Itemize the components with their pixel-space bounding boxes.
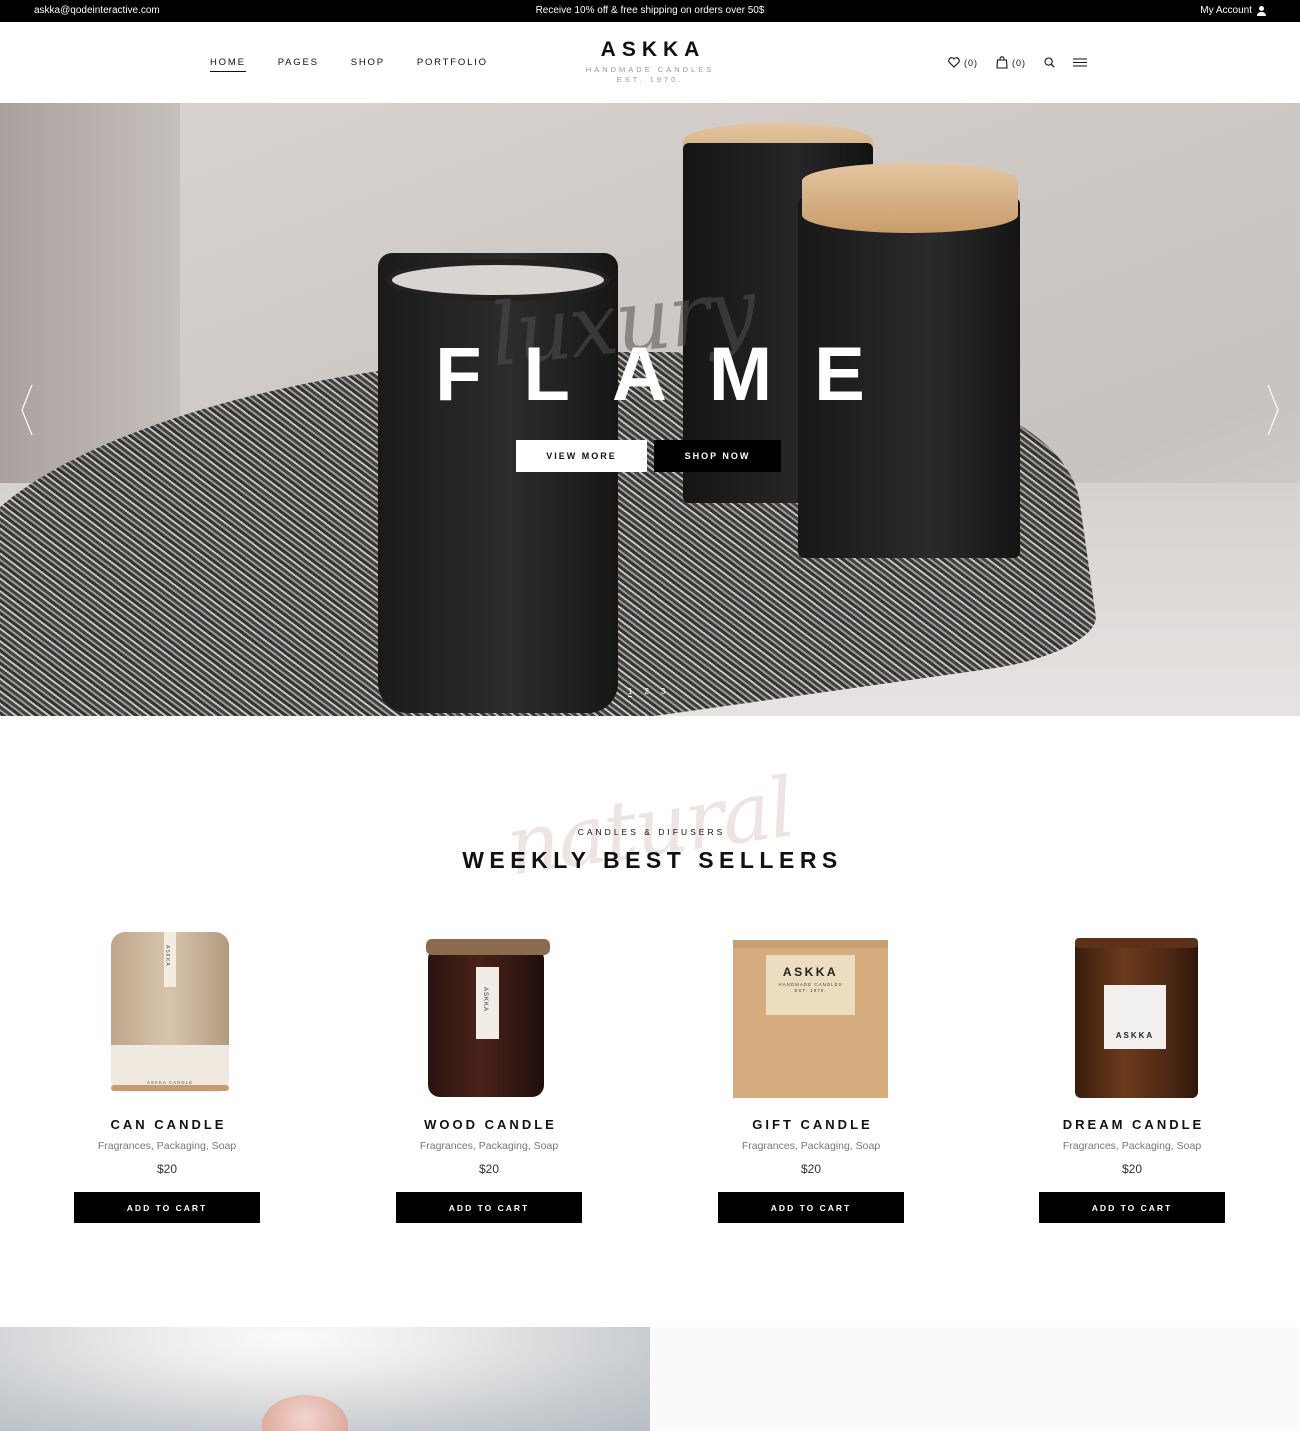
gift-box-image bbox=[733, 940, 888, 1098]
header-actions: (0) (0) bbox=[948, 56, 1105, 69]
view-more-button[interactable]: VIEW MORE bbox=[516, 440, 647, 472]
slider-next-arrow-icon[interactable] bbox=[1262, 383, 1282, 437]
slider-dot-2[interactable]: 2 bbox=[644, 687, 648, 697]
section-kicker: CANDLES & DIFUSERS bbox=[577, 827, 726, 837]
site-header: HOME PAGES SHOP PORTFOLIO ASKKA HANDMADE… bbox=[0, 22, 1300, 103]
product-card: ASKKA DREAM CANDLE Fragrances, Packaging… bbox=[1039, 925, 1225, 1223]
hero-buttons: VIEW MORE SHOP NOW bbox=[516, 440, 781, 472]
bestsellers-title: natural CANDLES & DIFUSERS WEEKLY BEST S… bbox=[0, 760, 1300, 894]
product-card: ASKKA HANDMADE CANDLES EST. 1970. GIFT C… bbox=[718, 925, 904, 1223]
can-candle-sublabel: ASKKA CANDLE bbox=[146, 1080, 194, 1085]
product-tags: Fragrances, Packaging, Soap bbox=[1062, 1140, 1202, 1152]
slider-dot-1[interactable]: 1 bbox=[628, 687, 633, 697]
search-icon bbox=[1044, 57, 1055, 68]
section-heading: WEEKLY BEST SELLERS bbox=[462, 847, 843, 873]
logo-name: ASKKA bbox=[600, 38, 706, 61]
product-name[interactable]: WOOD CANDLE bbox=[396, 1117, 582, 1132]
hero-headline: FLAME bbox=[435, 332, 907, 417]
site-logo[interactable]: ASKKA HANDMADE CANDLES EST. 1970. bbox=[0, 38, 1300, 85]
wood-candle-image bbox=[426, 939, 550, 1097]
menu-button[interactable] bbox=[1073, 58, 1087, 67]
product-tags: Fragrances, Packaging, Soap bbox=[97, 1140, 237, 1152]
wood-candle-label: ASKKA bbox=[482, 987, 488, 1013]
gift-box-est: EST. 1970. bbox=[794, 988, 827, 993]
product-tags: Fragrances, Packaging, Soap bbox=[741, 1140, 881, 1152]
logo-established: EST. 1970. bbox=[616, 75, 684, 84]
top-bar: askka@qodeinteractive.com Receive 10% of… bbox=[0, 0, 1300, 22]
wishlist-count: (0) bbox=[964, 57, 978, 68]
can-candle-label: ASKKA bbox=[164, 945, 170, 967]
flower-image bbox=[262, 1395, 348, 1431]
product-name[interactable]: CAN CANDLE bbox=[74, 1117, 260, 1132]
gift-box-tagline: HANDMADE CANDLES bbox=[778, 982, 843, 987]
slider-pagination: 1 2 3 bbox=[628, 687, 665, 697]
promo-banner-image[interactable] bbox=[0, 1327, 650, 1431]
product-price: $20 bbox=[478, 1162, 500, 1176]
user-icon bbox=[1257, 5, 1266, 16]
cart-button[interactable]: (0) bbox=[996, 56, 1026, 69]
product-image[interactable]: ASKKA HANDMADE CANDLES EST. 1970. bbox=[718, 925, 904, 1105]
add-to-cart-button[interactable]: ADD TO CART bbox=[74, 1192, 260, 1223]
my-account-link[interactable]: My Account bbox=[1200, 5, 1266, 16]
dream-candle-label: ASKKA bbox=[1115, 1031, 1155, 1040]
heart-icon bbox=[948, 57, 960, 68]
hero-slider: luxury FLAME VIEW MORE SHOP NOW 1 2 3 bbox=[0, 103, 1300, 716]
product-price: $20 bbox=[800, 1162, 822, 1176]
my-account-label: My Account bbox=[1200, 5, 1252, 16]
product-price: $20 bbox=[1121, 1162, 1143, 1176]
gift-box-brand: ASKKA bbox=[782, 965, 839, 979]
product-name[interactable]: GIFT CANDLE bbox=[718, 1117, 904, 1132]
product-price: $20 bbox=[156, 1162, 178, 1176]
add-to-cart-button[interactable]: ADD TO CART bbox=[396, 1192, 582, 1223]
product-tags: Fragrances, Packaging, Soap bbox=[419, 1140, 559, 1152]
hamburger-menu-icon bbox=[1073, 58, 1087, 67]
product-image[interactable]: ASKKA bbox=[396, 925, 582, 1105]
add-to-cart-button[interactable]: ADD TO CART bbox=[1039, 1192, 1225, 1223]
wishlist-button[interactable]: (0) bbox=[948, 57, 978, 68]
hero-wood-lid bbox=[802, 163, 1018, 233]
shopping-bag-icon bbox=[996, 56, 1008, 69]
product-name[interactable]: DREAM CANDLE bbox=[1039, 1117, 1225, 1132]
product-card: ASKKA WOOD CANDLE Fragrances, Packaging,… bbox=[396, 925, 582, 1223]
slider-prev-arrow-icon[interactable] bbox=[18, 383, 38, 437]
search-button[interactable] bbox=[1044, 57, 1055, 68]
product-image[interactable]: ASKKA ASKKA CANDLE bbox=[74, 925, 260, 1105]
logo-tagline: HANDMADE CANDLES bbox=[585, 65, 715, 74]
promo-message: Receive 10% off & free shipping on order… bbox=[535, 5, 765, 16]
product-image[interactable]: ASKKA bbox=[1039, 925, 1225, 1105]
shop-now-button[interactable]: SHOP NOW bbox=[654, 440, 781, 472]
dream-candle-image bbox=[1075, 938, 1198, 1098]
product-card: ASKKA ASKKA CANDLE CAN CANDLE Fragrances… bbox=[74, 925, 260, 1223]
cart-count: (0) bbox=[1012, 57, 1026, 68]
slider-dot-3[interactable]: 3 bbox=[661, 687, 665, 697]
promo-banner-panel bbox=[650, 1327, 1300, 1431]
add-to-cart-button[interactable]: ADD TO CART bbox=[718, 1192, 904, 1223]
